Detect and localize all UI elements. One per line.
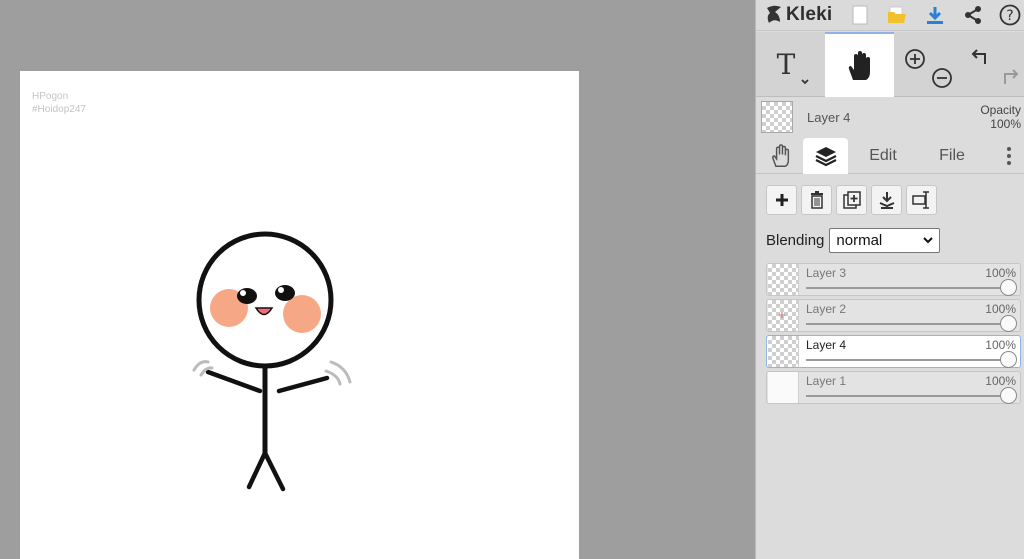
layer-opacity-track[interactable] [806,395,1008,397]
duplicate-layer-button[interactable] [836,185,867,215]
layer-name: Layer 4 [806,338,847,352]
layer-name: Layer 1 [806,374,847,388]
layer-name: Layer 3 [806,266,847,280]
merge-down-icon [879,192,894,209]
layer-opacity: 100% [985,338,1016,352]
layer-item-selected[interactable]: Layer 4 100% [766,335,1021,368]
zoom-buttons [896,32,960,97]
layer-opacity-track[interactable] [806,323,1008,325]
layer-thumbnail-sketch [779,312,785,318]
layer-opacity-slider-handle[interactable] [1000,387,1017,404]
open-folder-icon [888,6,906,23]
layer-thumbnail [768,264,799,295]
merge-down-button[interactable] [871,185,902,215]
text-tool-button[interactable]: T [756,32,824,97]
app-logo[interactable]: Kleki [764,2,832,28]
stick-figure-drawing [192,231,352,492]
tool-row: T [756,32,1024,97]
more-vertical-icon [1007,147,1011,165]
current-layer-name: Layer 4 [807,110,851,125]
download-icon [927,7,943,24]
history-buttons [961,32,1024,97]
tab-hand[interactable] [760,138,802,174]
svg-text:?: ? [1006,8,1013,24]
hand-tool-icon [848,50,870,80]
drawing-canvas[interactable]: HPogon #Hoidop247 [20,71,579,559]
layer-thumbnail [768,300,799,331]
delete-layer-button[interactable] [801,185,832,215]
layer-item[interactable]: Layer 1 100% [766,371,1021,404]
chevron-down-icon [923,236,934,243]
tab-edit[interactable]: Edit [856,138,910,174]
layer-opacity: 100% [985,266,1016,280]
help-button[interactable]: ? [997,3,1023,27]
layer-thumbnail [768,336,799,367]
app-name: Kleki [786,4,833,25]
zoom-in-icon[interactable] [903,47,927,71]
blending-value: normal [836,231,883,249]
svg-text:T: T [777,48,796,81]
tab-file[interactable]: File [925,138,979,174]
layer-opacity-track[interactable] [806,359,1008,361]
layer-item[interactable]: Layer 2 100% [766,299,1021,332]
blending-row: Blending normal [766,227,941,253]
rename-layer-icon [911,191,929,209]
zoom-out-icon[interactable] [930,66,954,90]
delete-layer-icon [810,191,823,209]
duplicate-layer-icon [842,191,861,209]
rename-layer-button[interactable] [906,185,937,215]
layer-opacity-slider-handle[interactable] [1000,315,1017,332]
layer-opacity-slider-handle[interactable] [1000,351,1017,368]
side-panel: Kleki ? T Layer 4 Opacity 100% Edit File… [755,0,1024,559]
current-layer-bar: Layer 4 Opacity 100% [756,98,1024,138]
layer-opacity: 100% [985,302,1016,316]
redo-icon[interactable] [997,66,1019,88]
current-layer-thumbnail[interactable] [761,101,793,133]
blending-select[interactable]: normal [829,227,941,253]
layers-list: Layer 3 100% Layer 2 100% Layer 4 100% L… [766,263,1021,407]
layer-opacity-slider-handle[interactable] [1000,279,1017,296]
new-image-button[interactable] [847,3,873,27]
opacity-value: 100% [990,117,1021,131]
panel-tabs: Edit File [756,138,1024,174]
layer-item[interactable]: Layer 3 100% [766,263,1021,296]
open-file-button[interactable] [884,3,910,27]
top-bar: Kleki ? [756,0,1024,31]
undo-icon[interactable] [971,46,993,68]
text-tool-icon: T [777,48,809,84]
blending-label: Blending [766,231,825,249]
add-layer-icon [775,194,788,206]
add-layer-button[interactable] [766,185,797,215]
layer-thumbnail [768,372,799,403]
hand-tool-button[interactable] [825,32,894,97]
layer-opacity-track[interactable] [806,287,1008,289]
tab-layers[interactable] [803,138,848,174]
kleki-logo-icon [767,5,781,23]
layer-opacity: 100% [985,374,1016,388]
layer-actions [766,185,937,215]
download-button[interactable] [922,3,948,27]
more-menu-button[interactable] [999,138,1019,174]
help-icon: ? [999,4,1021,26]
share-icon [965,6,981,24]
opacity-label: Opacity [980,103,1021,117]
layers-tab-icon [815,147,836,167]
share-button[interactable] [960,3,986,27]
layer-name: Layer 2 [806,302,847,316]
new-image-icon [852,5,868,25]
current-layer-opacity[interactable]: Opacity 100% [980,103,1021,131]
canvas-workspace[interactable]: HPogon #Hoidop247 [0,0,755,559]
hand-tab-icon [772,144,790,167]
